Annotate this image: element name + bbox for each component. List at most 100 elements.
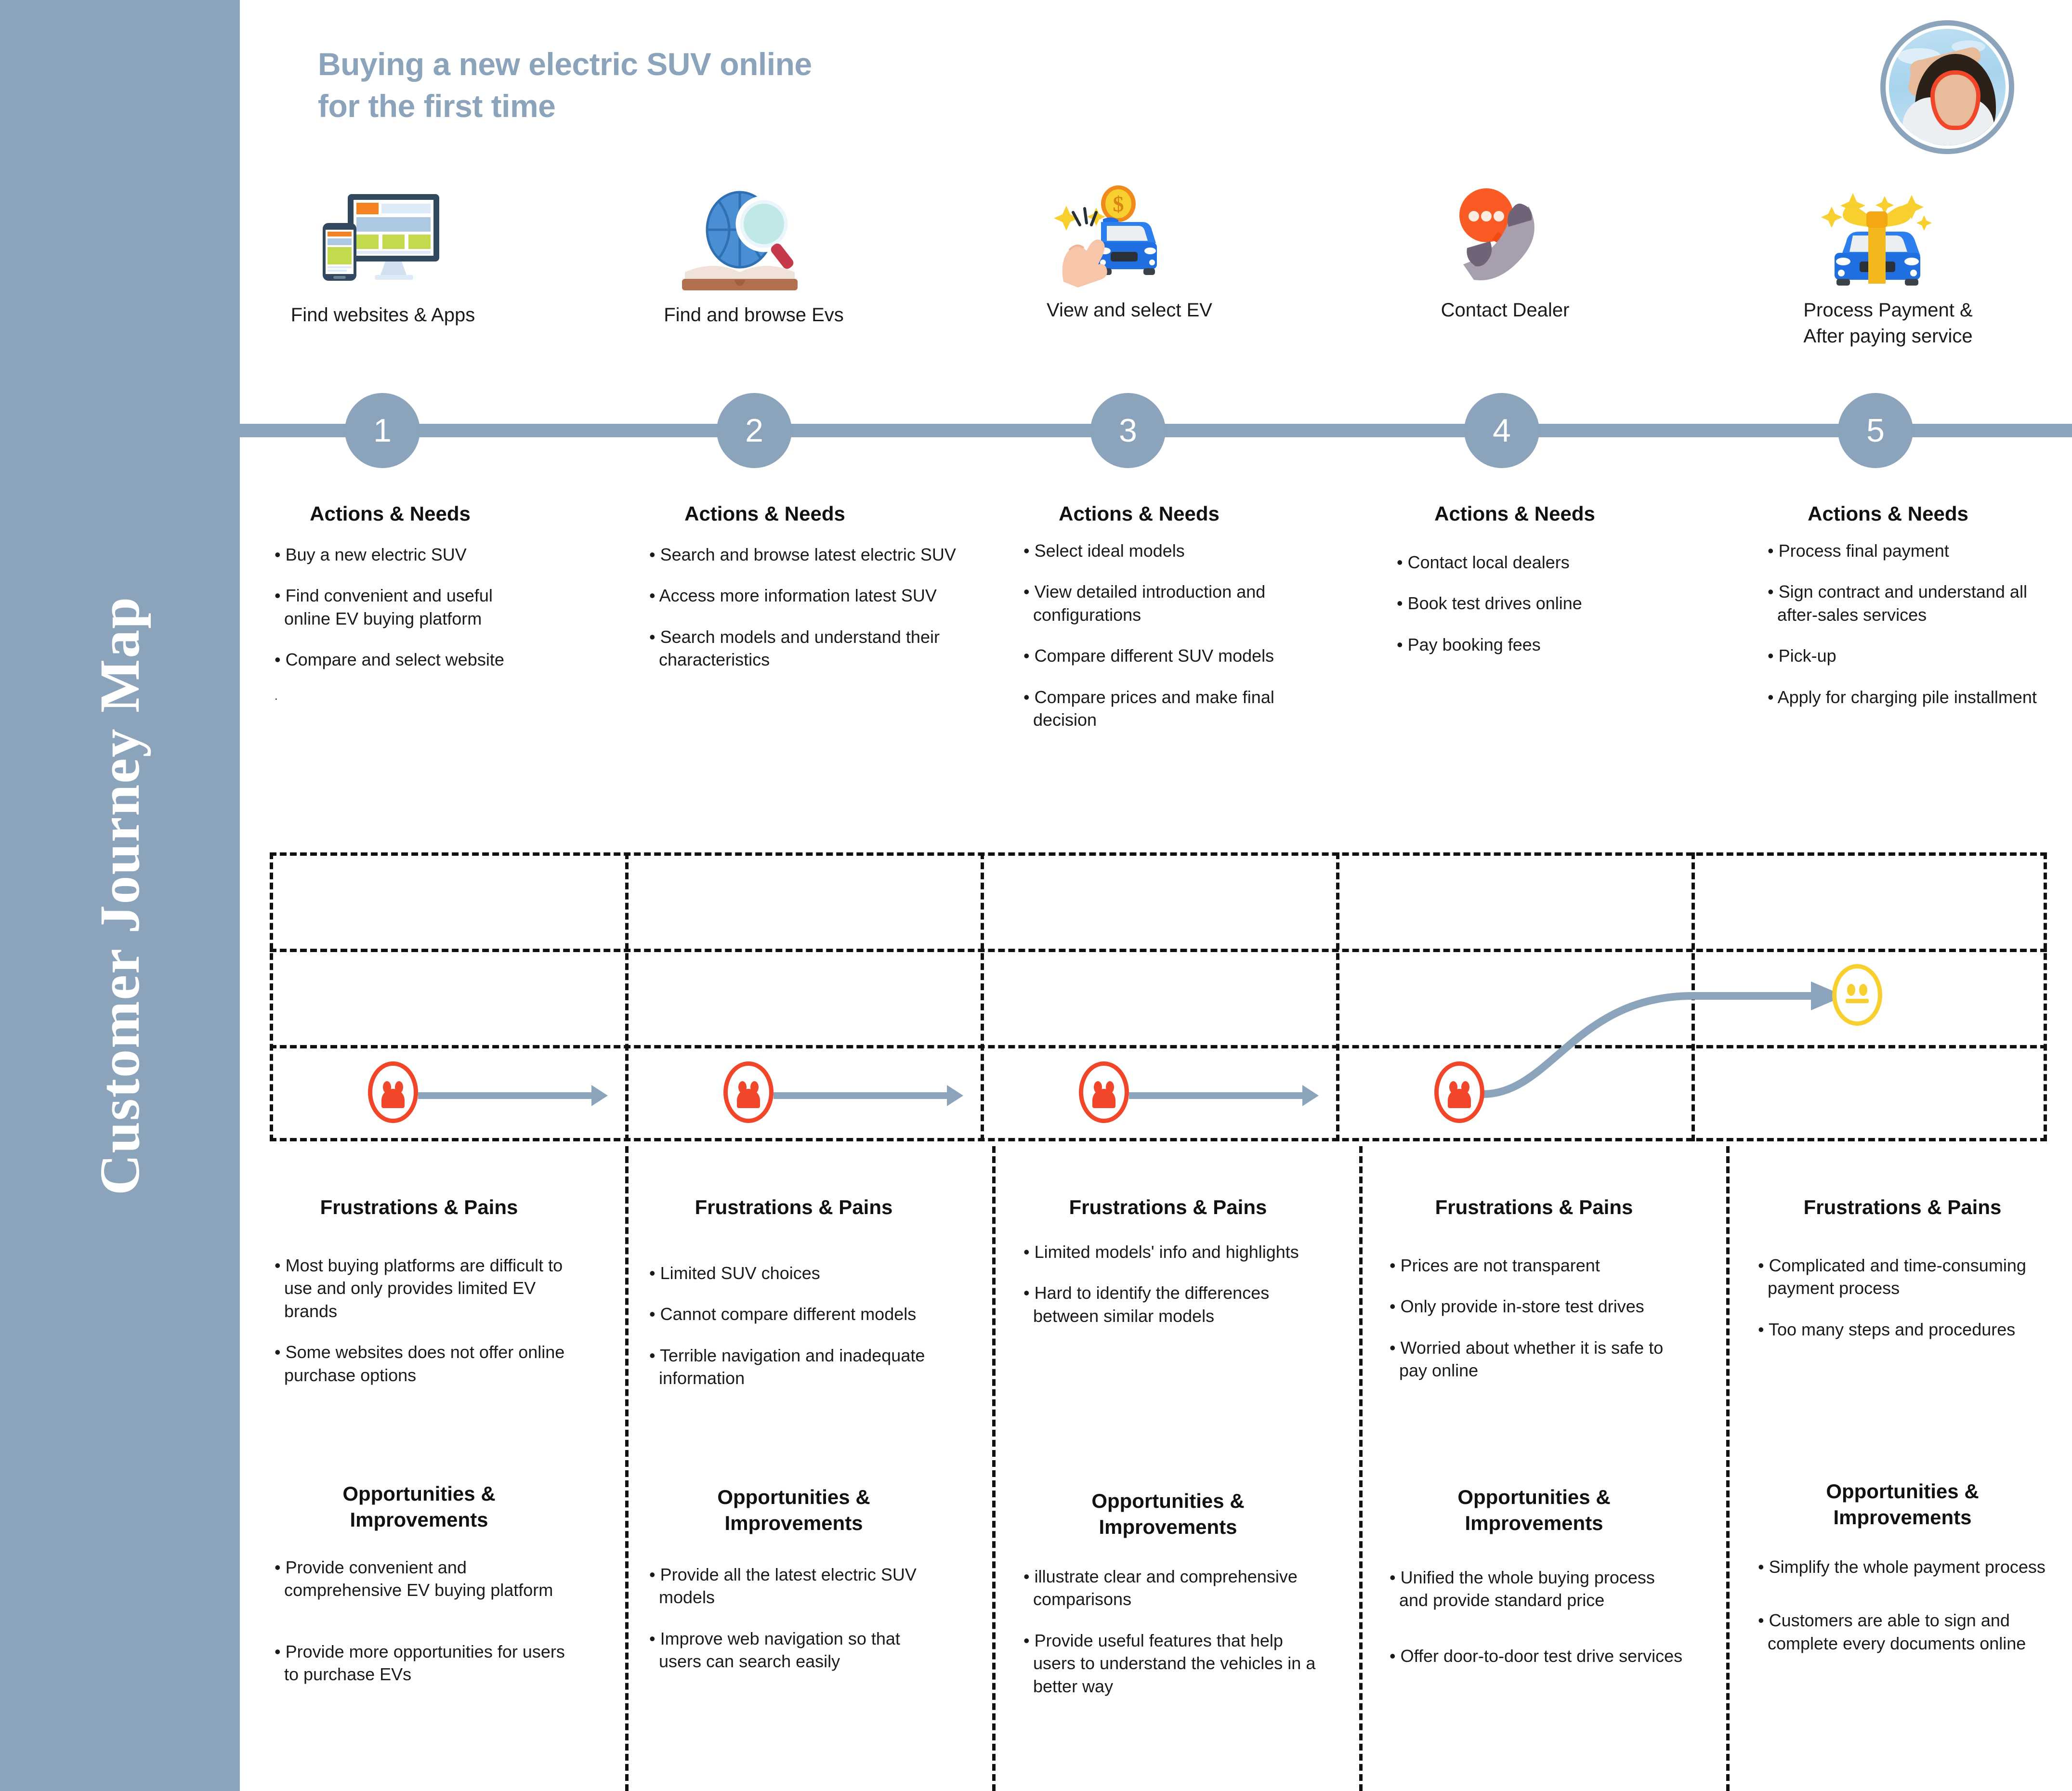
opps-title-4: Opportunities & Improvements xyxy=(1457,1486,1611,1534)
actions-title-5: Actions & Needs xyxy=(1808,502,1968,525)
stage-label-2: Find and browse Evs xyxy=(664,304,844,326)
actions-list-4: • Contact local dealers • Book test driv… xyxy=(1397,551,1652,656)
pains-title-2: Frustrations & Pains xyxy=(695,1196,893,1218)
gift-car-icon xyxy=(1768,185,2008,289)
pains-list-3: • Limited models' info and highlights • … xyxy=(1023,1241,1322,1328)
actions-trailing-mark-1: . xyxy=(275,689,278,703)
stage-label-1: Find websites & Apps xyxy=(290,304,475,326)
actions-list-2: • Search and browse latest electric SUV … xyxy=(649,543,965,671)
list-item: • Process final payment xyxy=(1768,540,1949,561)
opps-title-1: Opportunities & Improvements xyxy=(342,1482,496,1531)
actions-block-1: Actions & Needs • Buy a new electric SUV… xyxy=(275,501,506,703)
sidebar: Customer Journey Map xyxy=(0,0,240,1791)
opps-list-4: • Unified the whole buying process and p… xyxy=(1390,1566,1688,1668)
list-item: • Prices are not transparent xyxy=(1390,1255,1600,1275)
pains-title-4: Frustrations & Pains xyxy=(1435,1196,1633,1218)
globe-magnifier-book-icon xyxy=(641,190,867,294)
list-item: • Limited SUV choices xyxy=(649,1263,820,1283)
stage-node-5[interactable]: 5 xyxy=(1838,393,1913,468)
list-item: • Simplify the whole payment process xyxy=(1758,1556,2046,1577)
opps-list-1: • Provide convenient and comprehensive E… xyxy=(275,1556,583,1686)
stage-node-1[interactable]: 1 xyxy=(345,393,420,468)
stage-node-3[interactable]: 3 xyxy=(1090,393,1166,468)
list-item: • Some websites does not offer online pu… xyxy=(275,1342,565,1385)
opps-block-3: Opportunities & Improvements • illustrat… xyxy=(1023,1488,1322,1716)
pains-title-1: Frustrations & Pains xyxy=(320,1196,518,1218)
emotion-arrow-2-3 xyxy=(947,1085,963,1106)
emotion-arrow-3-4 xyxy=(1302,1085,1319,1106)
list-item: • Only provide in-store test drives xyxy=(1390,1296,1644,1317)
stage-head-1: Find websites & Apps xyxy=(270,190,496,328)
page-title-line-1: Buying a new electric SUV online xyxy=(318,46,812,82)
page-title: Buying a new electric SUV online for the… xyxy=(318,43,1040,127)
hand-select-car-coin-icon: $ xyxy=(1016,185,1243,289)
list-item: • Customers are able to sign and complet… xyxy=(1758,1610,2026,1653)
list-item: • Select ideal models xyxy=(1023,540,1185,561)
pains-list-2: • Limited SUV choices • Cannot compare d… xyxy=(649,1262,938,1390)
list-item: • Worried about whether it is safe to pa… xyxy=(1390,1337,1664,1381)
emotion-rise-curve xyxy=(1479,981,1845,1098)
list-item: • Search and browse latest electric SUV xyxy=(649,544,956,564)
actions-block-2: Actions & Needs • Search and browse late… xyxy=(649,501,967,690)
stage-label-4: Contact Dealer xyxy=(1441,300,1570,321)
stage-head-2: Find and browse Evs xyxy=(641,190,867,328)
opps-block-2: Opportunities & Improvements • Provide a… xyxy=(649,1484,938,1691)
list-item: • Sign contract and understand all after… xyxy=(1768,582,2027,625)
pains-list-1: • Most buying platforms are difficult to… xyxy=(275,1254,583,1387)
emotion-face-2 xyxy=(723,1061,774,1123)
sidebar-title: Customer Journey Map xyxy=(88,596,151,1195)
list-item: • Apply for charging pile installment xyxy=(1768,687,2037,707)
list-item: • Provide useful features that help user… xyxy=(1023,1630,1316,1696)
pains-block-4: Frustrations & Pains • Prices are not tr… xyxy=(1390,1194,1688,1400)
monitor-phone-icon xyxy=(270,190,496,294)
opps-title-2: Opportunities & Improvements xyxy=(717,1486,870,1534)
stage-node-4[interactable]: 4 xyxy=(1464,393,1539,468)
list-item: • Search models and understand their cha… xyxy=(649,627,940,670)
list-item: • Compare and select website xyxy=(275,650,504,670)
pains-list-5: • Complicated and time-consuming payment… xyxy=(1758,1254,2066,1341)
list-item: • Provide all the latest electric SUV mo… xyxy=(649,1564,917,1608)
opps-list-5: • Simplify the whole payment process • C… xyxy=(1758,1556,2066,1655)
stage-node-2[interactable]: 2 xyxy=(717,393,792,468)
pains-block-2: Frustrations & Pains • Limited SUV choic… xyxy=(649,1194,938,1408)
stage-head-4: Contact Dealer xyxy=(1392,185,1618,324)
emotion-face-5 xyxy=(1832,964,1882,1026)
list-item: • Too many steps and procedures xyxy=(1758,1319,2016,1339)
actions-list-1: • Buy a new electric SUV • Find convenie… xyxy=(275,543,506,671)
column-divider-2 xyxy=(992,1146,996,1791)
list-item: • Compare prices and make final decision xyxy=(1023,687,1274,730)
actions-block-4: Actions & Needs • Contact local dealers … xyxy=(1397,501,1652,674)
list-item: • Find convenient and useful online EV b… xyxy=(275,586,493,628)
actions-list-3: • Select ideal models • View detailed in… xyxy=(1023,539,1332,732)
stage-head-3: $ View and select EV xyxy=(1016,185,1243,324)
list-item: • Pay booking fees xyxy=(1397,634,1541,654)
list-item: • Hard to identify the differences betwe… xyxy=(1023,1283,1270,1326)
stage-head-5: Process Payment & After paying service xyxy=(1768,185,2008,349)
list-item: • Buy a new electric SUV xyxy=(275,544,467,564)
opps-list-2: • Provide all the latest electric SUV mo… xyxy=(649,1563,938,1673)
list-item: • illustrate clear and comprehensive com… xyxy=(1023,1566,1298,1609)
list-item: • View detailed introduction and configu… xyxy=(1023,582,1266,625)
pains-list-4: • Prices are not transparent • Only prov… xyxy=(1390,1254,1688,1382)
svg-text:$: $ xyxy=(1113,192,1124,216)
opps-block-4: Opportunities & Improvements • Unified t… xyxy=(1390,1484,1688,1686)
list-item: • Access more information latest SUV xyxy=(649,586,937,606)
emotion-arrow-1-2 xyxy=(591,1085,608,1106)
column-divider-3 xyxy=(1359,1146,1363,1791)
list-item: • Improve web navigation so that users c… xyxy=(649,1628,900,1672)
emotion-face-4 xyxy=(1434,1061,1484,1123)
list-item: • Terrible navigation and inadequate inf… xyxy=(649,1345,925,1388)
opps-block-1: Opportunities & Improvements • Provide c… xyxy=(275,1481,583,1704)
emotion-segment-2-3 xyxy=(774,1092,951,1099)
emotion-face-1 xyxy=(368,1061,418,1123)
opps-list-3: • illustrate clear and comprehensive com… xyxy=(1023,1565,1322,1698)
avatar xyxy=(1880,20,2014,154)
pains-block-5: Frustrations & Pains • Complicated and t… xyxy=(1758,1194,2066,1359)
actions-title-1: Actions & Needs xyxy=(310,502,471,525)
list-item: • Most buying platforms are difficult to… xyxy=(275,1255,563,1321)
actions-block-3: Actions & Needs • Select ideal models • … xyxy=(1023,501,1341,750)
list-item: • Contact local dealers xyxy=(1397,552,1570,572)
pains-block-1: Frustrations & Pains • Most buying platf… xyxy=(275,1194,583,1405)
opps-title-5: Opportunities & Improvements xyxy=(1826,1480,1979,1529)
actions-list-5: • Process final payment • Sign contract … xyxy=(1768,539,2064,709)
